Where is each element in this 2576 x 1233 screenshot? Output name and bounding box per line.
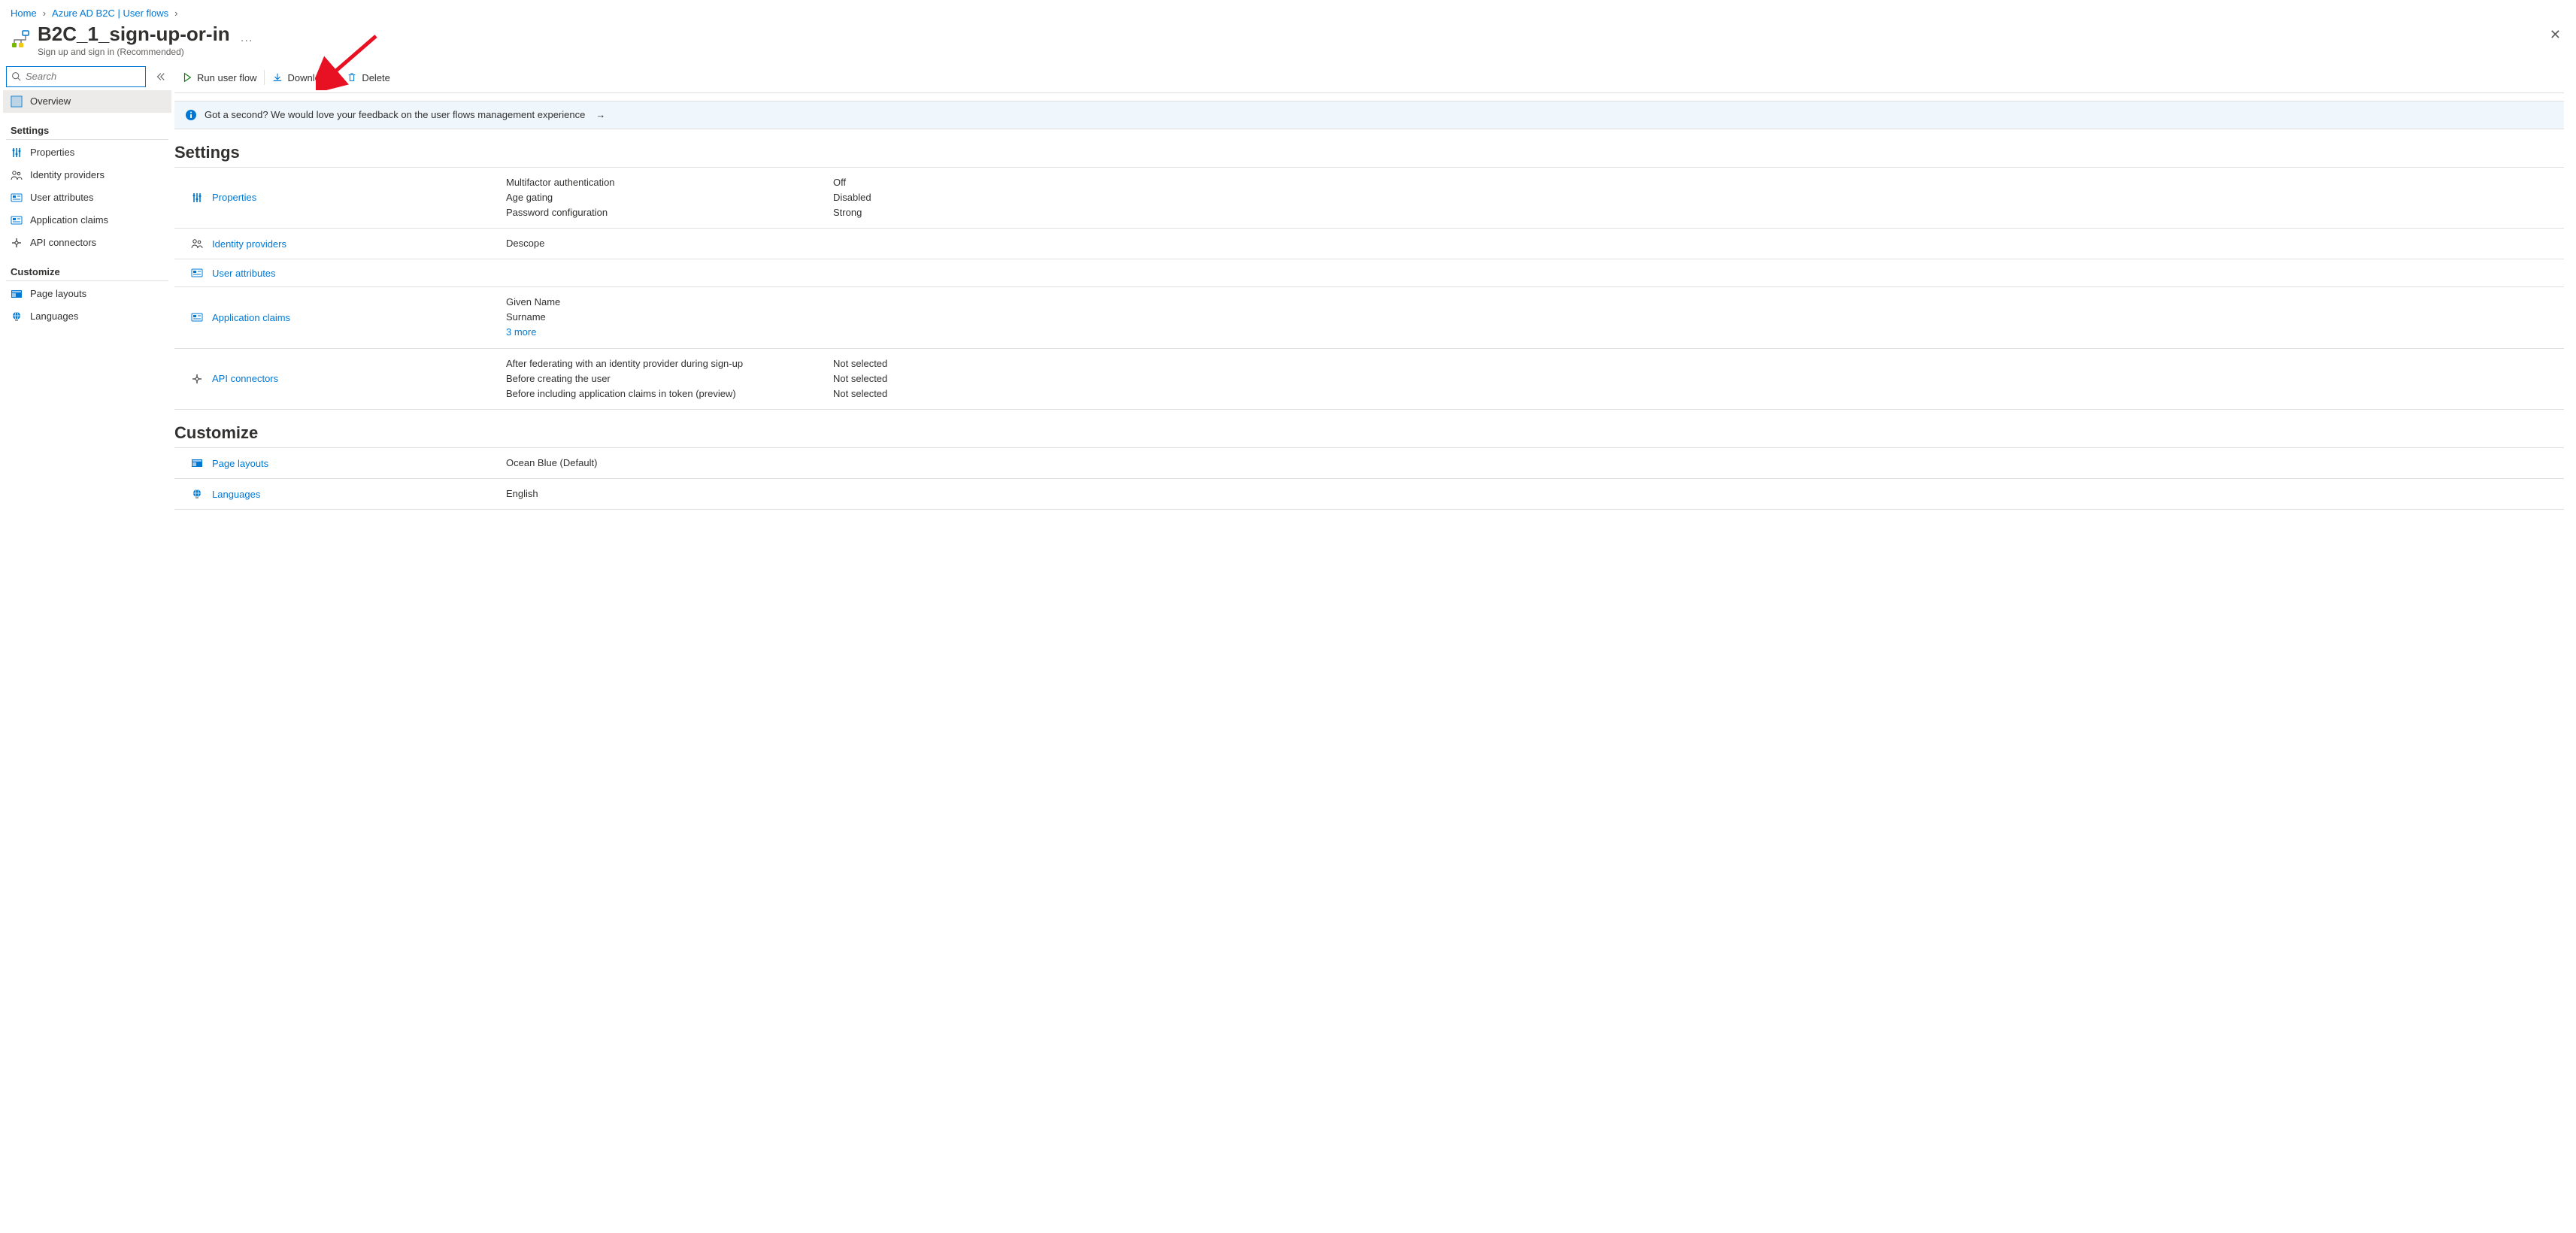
overview-icon — [11, 95, 23, 108]
sidebar-item-overview[interactable]: Overview — [3, 90, 171, 113]
prop-val: Disabled — [833, 190, 2559, 205]
settings-row-identity-providers: Identity providers Descope — [174, 229, 2564, 259]
settings-row-languages: Languages English — [174, 479, 2564, 510]
command-bar: Run user flow Download Delete — [174, 63, 2564, 93]
chevron-right-icon: › — [174, 8, 177, 19]
globe-icon — [191, 488, 203, 500]
prop-key: Ocean Blue (Default) — [506, 456, 824, 471]
sidebar-item-label: User attributes — [30, 192, 94, 203]
prop-key: English — [506, 486, 824, 501]
prop-key: After federating with an identity provid… — [506, 356, 824, 371]
prop-key: Before creating the user — [506, 371, 824, 386]
layout-icon — [11, 288, 23, 300]
sidebar-item-page-layouts[interactable]: Page layouts — [3, 283, 171, 305]
cmd-label: Download — [287, 72, 331, 83]
prop-val: Strong — [833, 205, 2559, 220]
sidebar-item-api-connectors[interactable]: API connectors — [3, 232, 171, 254]
collapse-sidebar-icon[interactable] — [152, 68, 168, 85]
more-actions-icon[interactable]: ··· — [241, 34, 253, 46]
delete-button[interactable]: Delete — [339, 63, 398, 92]
sidebar-section-settings: Settings — [6, 117, 168, 140]
sidebar: Overview Settings Properties Identity pr… — [0, 63, 174, 343]
prop-val: Not selected — [833, 371, 2559, 386]
search-input[interactable] — [26, 71, 141, 82]
search-box[interactable] — [6, 66, 146, 87]
sidebar-item-label: Overview — [30, 95, 71, 107]
application-claims-link[interactable]: Application claims — [212, 312, 290, 323]
prop-key: Descope — [506, 236, 824, 251]
trash-icon — [347, 72, 357, 83]
download-button[interactable]: Download — [265, 63, 338, 92]
breadcrumb-home[interactable]: Home — [11, 8, 37, 19]
identity-providers-link[interactable]: Identity providers — [212, 238, 286, 250]
play-icon — [182, 72, 192, 83]
prop-val: Off — [833, 175, 2559, 190]
cmd-label: Run user flow — [197, 72, 256, 83]
settings-row-application-claims: Application claims Given Name Surname 3 … — [174, 287, 2564, 348]
connector-icon — [191, 373, 203, 385]
feedback-text: Got a second? We would love your feedbac… — [205, 109, 585, 120]
user-attributes-link[interactable]: User attributes — [212, 268, 276, 279]
sidebar-item-identity-providers[interactable]: Identity providers — [3, 164, 171, 186]
header-title-block: B2C_1_sign-up-or-in Sign up and sign in … — [38, 23, 230, 57]
chevron-right-icon: › — [43, 8, 46, 19]
prop-key: Before including application claims in t… — [506, 386, 824, 401]
prop-key: Multifactor authentication — [506, 175, 824, 190]
connector-icon — [11, 237, 23, 249]
close-icon[interactable]: ✕ — [2550, 28, 2561, 41]
sidebar-section-customize: Customize — [6, 259, 168, 281]
prop-key: Age gating — [506, 190, 824, 205]
prop-val: Not selected — [833, 356, 2559, 371]
prop-key: Given Name — [506, 295, 824, 310]
people-icon — [11, 169, 23, 181]
sidebar-item-label: API connectors — [30, 237, 96, 248]
cmd-label: Delete — [362, 72, 390, 83]
sidebar-item-label: Identity providers — [30, 169, 105, 180]
userflow-icon — [11, 29, 32, 50]
section-title-settings: Settings — [174, 143, 2564, 162]
settings-row-user-attributes: User attributes — [174, 259, 2564, 287]
card-icon — [191, 311, 203, 323]
prop-key: Surname — [506, 310, 824, 325]
sidebar-item-properties[interactable]: Properties — [3, 141, 171, 164]
sidebar-item-user-attributes[interactable]: User attributes — [3, 186, 171, 209]
layout-icon — [191, 457, 203, 469]
card-icon — [191, 267, 203, 279]
settings-row-api-connectors: API connectors After federating with an … — [174, 349, 2564, 410]
feedback-banner[interactable]: Got a second? We would love your feedbac… — [174, 101, 2564, 129]
page-header: B2C_1_sign-up-or-in Sign up and sign in … — [0, 23, 2576, 63]
breadcrumb: Home › Azure AD B2C | User flows › — [0, 0, 2576, 23]
main-panel: Run user flow Download Delete Got a s — [174, 63, 2576, 541]
sliders-icon — [191, 192, 203, 204]
page-subtitle: Sign up and sign in (Recommended) — [38, 47, 230, 57]
sidebar-item-label: Application claims — [30, 214, 108, 226]
prop-key: Password configuration — [506, 205, 824, 220]
run-user-flow-button[interactable]: Run user flow — [174, 63, 264, 92]
sidebar-item-label: Properties — [30, 147, 74, 158]
card-icon — [11, 214, 23, 226]
card-icon — [11, 192, 23, 204]
arrow-right-icon: → — [596, 109, 605, 120]
sidebar-item-label: Page layouts — [30, 288, 86, 299]
download-icon — [272, 72, 283, 83]
page-title: B2C_1_sign-up-or-in — [38, 23, 230, 45]
breadcrumb-userflows[interactable]: Azure AD B2C | User flows — [52, 8, 168, 19]
settings-row-properties: Properties Multifactor authentication Ag… — [174, 167, 2564, 229]
api-connectors-link[interactable]: API connectors — [212, 373, 278, 384]
globe-icon — [11, 311, 23, 323]
section-title-customize: Customize — [174, 423, 2564, 443]
languages-link[interactable]: Languages — [212, 489, 260, 500]
sidebar-item-label: Languages — [30, 311, 78, 322]
more-claims-link[interactable]: 3 more — [506, 326, 536, 338]
sliders-icon — [11, 147, 23, 159]
info-icon — [185, 109, 197, 121]
settings-row-page-layouts: Page layouts Ocean Blue (Default) — [174, 447, 2564, 479]
sidebar-item-languages[interactable]: Languages — [3, 305, 171, 328]
sidebar-item-application-claims[interactable]: Application claims — [3, 209, 171, 232]
prop-val: Not selected — [833, 386, 2559, 401]
page-layouts-link[interactable]: Page layouts — [212, 458, 268, 469]
search-icon — [11, 71, 21, 81]
people-icon — [191, 238, 203, 250]
properties-link[interactable]: Properties — [212, 192, 256, 203]
